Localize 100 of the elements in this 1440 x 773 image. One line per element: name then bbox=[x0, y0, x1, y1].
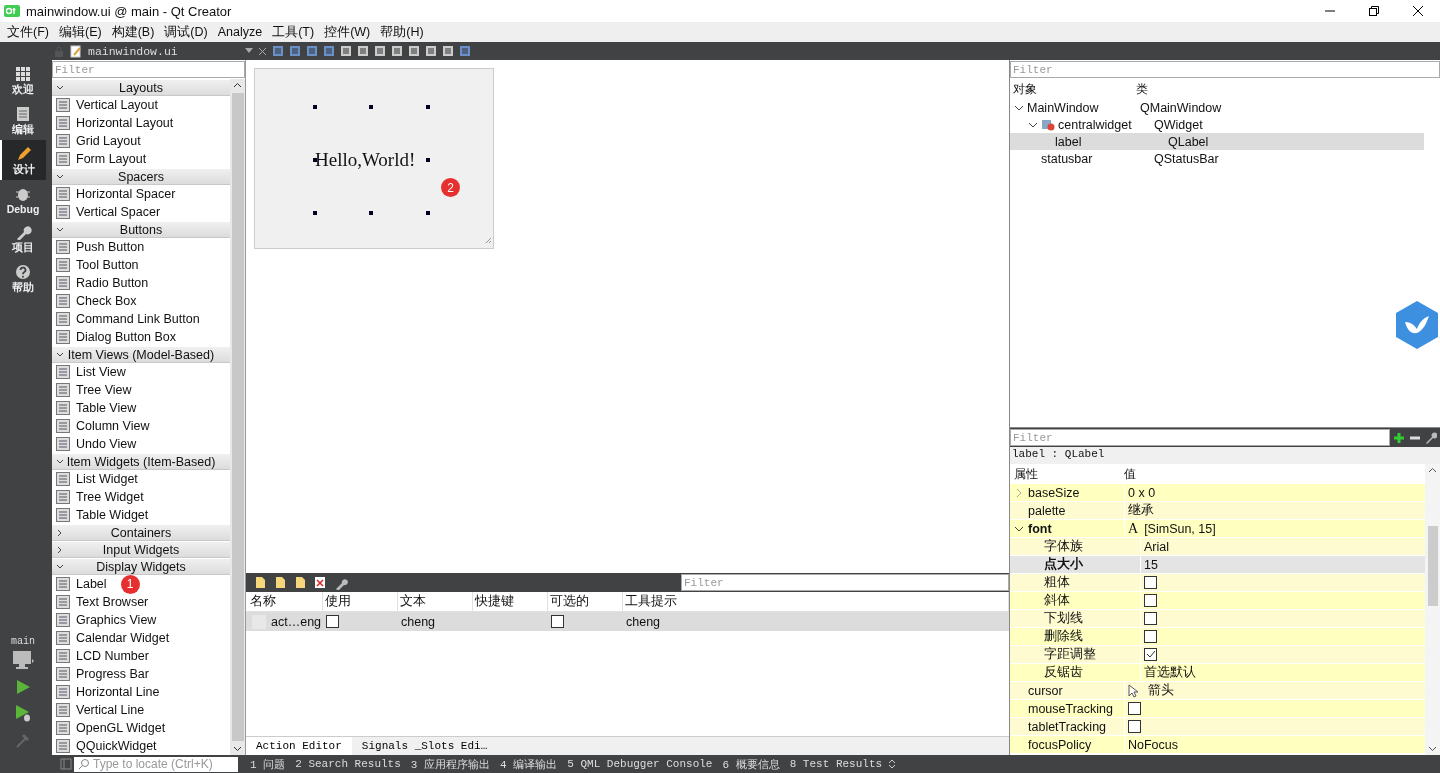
menu-item[interactable]: 工具(T) bbox=[267, 23, 320, 41]
column-header[interactable]: 属性 bbox=[1010, 464, 1124, 484]
property-row[interactable]: mouseTracking bbox=[1010, 700, 1425, 718]
column-header[interactable]: 类 bbox=[1136, 80, 1148, 98]
category-header[interactable]: Item Views (Model-Based) bbox=[52, 346, 230, 363]
layout-tool-icon[interactable] bbox=[408, 45, 420, 57]
checkbox[interactable] bbox=[1144, 648, 1157, 661]
widget-list-item[interactable]: Horizontal Spacer bbox=[76, 187, 176, 201]
widget-list-item[interactable]: Command Link Button bbox=[76, 312, 200, 326]
checkbox[interactable] bbox=[1144, 594, 1157, 607]
column-header[interactable]: 可选的 bbox=[548, 592, 623, 611]
filter-field[interactable]: Filter bbox=[52, 61, 245, 78]
plus-icon[interactable] bbox=[1393, 431, 1405, 444]
file-icon[interactable] bbox=[254, 576, 266, 589]
caret-icon[interactable] bbox=[245, 48, 253, 54]
column-header[interactable]: 对象 bbox=[1013, 80, 1136, 98]
property-row[interactable]: font A [SimSun, 15] bbox=[1010, 520, 1425, 538]
checkbox[interactable] bbox=[1144, 630, 1157, 643]
checkbox[interactable] bbox=[551, 615, 564, 628]
layout-tool-icon[interactable] bbox=[340, 45, 352, 57]
tree-row[interactable]: label QLabel bbox=[1010, 133, 1424, 150]
widget-list-item[interactable]: Table View bbox=[76, 401, 137, 415]
property-row[interactable]: cursor 箭头 bbox=[1010, 682, 1425, 700]
widget-list-item[interactable]: QQuickWidget bbox=[76, 739, 157, 753]
form-canvas[interactable]: Hello,World! 2 bbox=[254, 68, 494, 249]
tree-row[interactable]: MainWindow QMainWindow bbox=[1010, 99, 1424, 116]
column-header[interactable]: 名称 bbox=[248, 592, 323, 611]
property-row[interactable]: 斜体 bbox=[1010, 592, 1425, 610]
checkbox[interactable] bbox=[1128, 720, 1141, 733]
editor-tab[interactable]: Action Editor bbox=[246, 737, 352, 755]
scrollbar[interactable] bbox=[1425, 464, 1440, 755]
property-row[interactable]: palette 继承 bbox=[1010, 502, 1425, 520]
selection-handle[interactable] bbox=[426, 105, 430, 109]
layout-tool-icon[interactable] bbox=[272, 45, 284, 57]
widget-list-item[interactable]: Push Button bbox=[76, 240, 145, 254]
widget-list-item[interactable]: Graphics View bbox=[76, 613, 157, 627]
property-row[interactable]: 删除线 bbox=[1010, 628, 1425, 646]
column-header[interactable]: 值 bbox=[1124, 465, 1136, 483]
widget-list-item[interactable]: OpenGL Widget bbox=[76, 721, 166, 735]
selection-handle[interactable] bbox=[313, 158, 317, 162]
category-header[interactable]: Containers bbox=[52, 524, 230, 541]
property-row[interactable]: 字体族 Arial bbox=[1010, 538, 1425, 556]
category-header[interactable]: Item Widgets (Item-Based) bbox=[52, 453, 230, 470]
layout-tool-icon[interactable] bbox=[374, 45, 386, 57]
widget-list-item[interactable]: Check Box bbox=[76, 294, 137, 308]
chevron-icon[interactable] bbox=[56, 350, 64, 359]
chevron-icon[interactable] bbox=[56, 225, 64, 234]
menu-item[interactable]: Analyze bbox=[212, 25, 268, 39]
output-pane-button[interactable]: 3 应用程序输出 bbox=[406, 756, 495, 772]
table-row[interactable]: act…eng cheng cheng bbox=[246, 612, 1009, 631]
checkbox[interactable] bbox=[326, 615, 339, 628]
widget-list-item[interactable]: Radio Button bbox=[76, 276, 149, 290]
selection-handle[interactable] bbox=[369, 105, 373, 109]
column-header[interactable]: 使用 bbox=[323, 592, 398, 611]
close-icon[interactable] bbox=[1412, 5, 1424, 17]
widget-list-item[interactable]: Dialog Button Box bbox=[76, 330, 177, 344]
property-row[interactable]: 反锯齿 首选默认 bbox=[1010, 664, 1425, 682]
output-pane-button[interactable]: 2 Search Results bbox=[291, 758, 405, 770]
label-widget[interactable]: Hello,World! bbox=[315, 149, 416, 171]
mode-button[interactable]: 项目 bbox=[0, 218, 46, 258]
chevron-icon[interactable] bbox=[56, 457, 64, 466]
property-row[interactable]: tabletTracking bbox=[1010, 718, 1425, 736]
tree-row[interactable]: statusbar QStatusBar bbox=[1010, 150, 1424, 167]
checkbox[interactable] bbox=[1144, 576, 1157, 589]
widget-list-item[interactable]: Form Layout bbox=[76, 152, 147, 166]
category-header[interactable]: Spacers bbox=[52, 168, 230, 185]
selection-handle[interactable] bbox=[426, 211, 430, 215]
output-pane-button[interactable]: 4 编译输出 bbox=[496, 756, 562, 772]
widget-list-item[interactable]: Table Widget bbox=[76, 508, 149, 522]
selection-handle[interactable] bbox=[313, 211, 317, 215]
layout-tool-icon[interactable] bbox=[442, 45, 454, 57]
selection-handle[interactable] bbox=[369, 211, 373, 215]
property-row[interactable]: 下划线 bbox=[1010, 610, 1425, 628]
chevron-icon[interactable] bbox=[1014, 103, 1024, 112]
layout-tool-icon[interactable] bbox=[306, 45, 318, 57]
file-icon[interactable] bbox=[294, 576, 306, 589]
widget-list-item[interactable]: Column View bbox=[76, 419, 150, 433]
layout-tool-icon[interactable] bbox=[391, 45, 403, 57]
widget-list-item[interactable]: LCD Number bbox=[76, 649, 149, 663]
checkbox[interactable] bbox=[1144, 612, 1157, 625]
layout-tool-icon[interactable] bbox=[323, 45, 335, 57]
column-header[interactable]: 工具提示 bbox=[623, 592, 1009, 611]
mode-button[interactable]: 帮助 bbox=[0, 258, 46, 298]
scroll-thumb[interactable] bbox=[1427, 526, 1438, 606]
filter-field[interactable]: Filter bbox=[1010, 61, 1440, 78]
property-row[interactable]: 点大小 15 bbox=[1010, 556, 1425, 574]
sidebar-toggle-icon[interactable] bbox=[60, 758, 72, 770]
mode-button[interactable]: 欢迎 bbox=[0, 60, 46, 100]
category-header[interactable]: Layouts bbox=[52, 79, 230, 96]
category-header[interactable]: Buttons bbox=[52, 221, 230, 238]
mode-button[interactable]: 设计 bbox=[0, 140, 46, 180]
output-pane-button[interactable]: 6 概要信息 bbox=[718, 756, 784, 772]
menu-item[interactable]: 文件(F) bbox=[2, 23, 54, 41]
column-header[interactable]: 文本 bbox=[398, 592, 473, 611]
wrench-icon[interactable] bbox=[1425, 431, 1437, 444]
chevron-icon[interactable] bbox=[1028, 120, 1038, 129]
scrollbar[interactable] bbox=[230, 79, 245, 755]
mode-button[interactable]: Debug bbox=[0, 180, 46, 218]
menu-item[interactable]: 控件(W) bbox=[319, 23, 376, 41]
property-row[interactable]: 字距调整 bbox=[1010, 646, 1425, 664]
